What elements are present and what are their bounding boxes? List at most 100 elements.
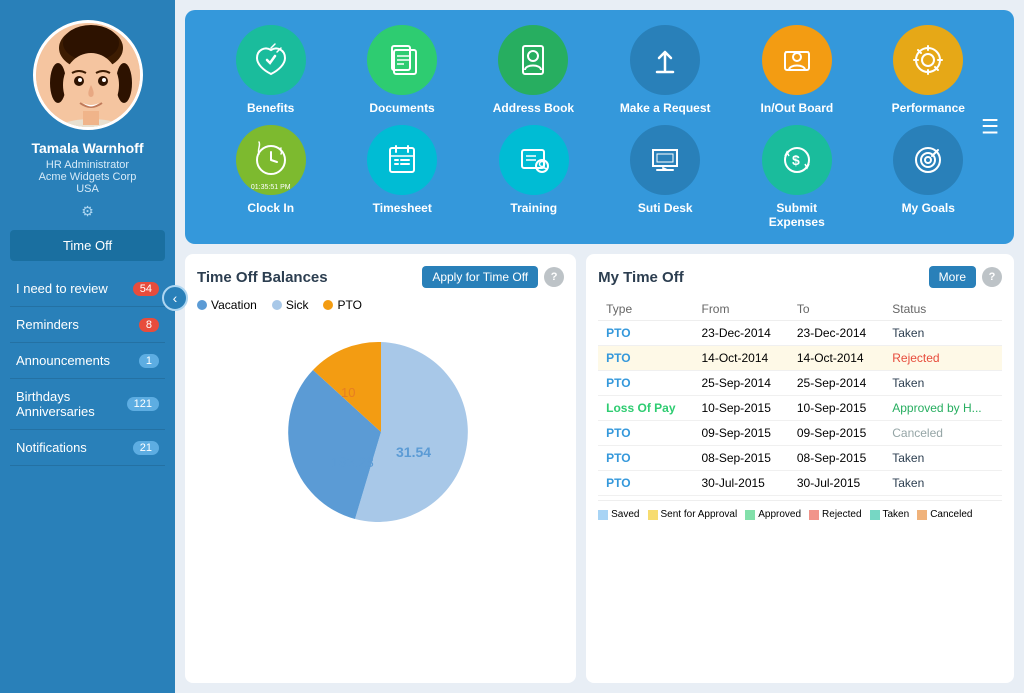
sidebar-item-review[interactable]: I need to review 54: [10, 271, 165, 307]
notifications-badge: 21: [133, 441, 159, 455]
reminders-label: Reminders: [16, 317, 139, 332]
sidebar-item-reminders[interactable]: Reminders 8: [10, 307, 165, 343]
col-to: To: [789, 298, 884, 321]
canceled-label: Canceled: [930, 509, 972, 520]
more-button[interactable]: More: [929, 266, 976, 288]
row-from: 14-Oct-2014: [693, 346, 788, 371]
documents-label: Documents: [369, 101, 434, 115]
suti-desk-label: Suti Desk: [638, 201, 693, 215]
apply-for-time-off-button[interactable]: Apply for Time Off: [422, 266, 538, 288]
row-from: 30-Jul-2015: [693, 471, 788, 496]
collapse-sidebar-button[interactable]: ‹: [162, 285, 188, 311]
my-time-off-title: My Time Off: [598, 269, 684, 286]
rejected-dot: [809, 510, 819, 520]
sick-dot: [272, 300, 282, 310]
avatar: [33, 20, 143, 130]
training-icon-item[interactable]: Training: [489, 125, 579, 215]
performance-label: Performance: [892, 101, 965, 115]
my-time-off-help-icon[interactable]: ?: [982, 267, 1002, 287]
rejected-label: Rejected: [822, 509, 861, 520]
legend-pto: PTO: [323, 298, 361, 312]
clock-in-icon-item[interactable]: 01:35:51 PM Clock In: [226, 125, 316, 215]
benefits-label: Benefits: [247, 101, 294, 115]
my-time-off-panel: My Time Off More ? Type From To Status: [586, 254, 1014, 683]
documents-icon-item[interactable]: Documents: [357, 25, 447, 115]
footer-rejected: Rejected: [809, 509, 861, 520]
suti-desk-icon-item[interactable]: Suti Desk: [620, 125, 710, 215]
legend-vacation: Vacation: [197, 298, 257, 312]
row-status: Rejected: [884, 346, 1002, 371]
sidebar-item-notifications[interactable]: Notifications 21: [10, 430, 165, 466]
row-to: 08-Sep-2015: [789, 446, 884, 471]
pto-legend-label: PTO: [337, 298, 361, 312]
time-off-balances-title: Time Off Balances: [197, 269, 328, 286]
review-badge: 54: [133, 282, 159, 296]
table-row: PTO 09-Sep-2015 09-Sep-2015 Canceled: [598, 421, 1002, 446]
row-from: 09-Sep-2015: [693, 421, 788, 446]
footer-approved: Approved: [745, 509, 801, 520]
icons-row-2: 01:35:51 PM Clock In: [205, 125, 994, 229]
row-from: 23-Dec-2014: [693, 321, 788, 346]
footer-saved: Saved: [598, 509, 639, 520]
icons-row-1: Benefits Documents: [205, 25, 994, 115]
canceled-dot: [917, 510, 927, 520]
table-footer: Saved Sent for Approval Approved Rejecte…: [598, 500, 1002, 520]
submit-expenses-icon-item[interactable]: $ SubmitExpenses: [752, 125, 842, 229]
footer-canceled: Canceled: [917, 509, 972, 520]
row-to: 10-Sep-2015: [789, 396, 884, 421]
row-status: Taken: [884, 321, 1002, 346]
my-goals-icon-item[interactable]: My Goals: [883, 125, 973, 215]
col-status: Status: [884, 298, 1002, 321]
taken-dot: [870, 510, 880, 520]
row-type: PTO: [598, 321, 693, 346]
row-type: PTO: [598, 446, 693, 471]
time-off-button[interactable]: Time Off: [10, 230, 165, 261]
performance-icon-item[interactable]: Performance: [883, 25, 973, 115]
row-from: 25-Sep-2014: [693, 371, 788, 396]
row-type: PTO: [598, 471, 693, 496]
address-book-icon-item[interactable]: Address Book: [488, 25, 578, 115]
sidebar-item-birthdays[interactable]: BirthdaysAnniversaries 121: [10, 379, 165, 430]
user-title: HR Administrator: [46, 159, 129, 171]
inout-board-label: In/Out Board: [761, 101, 834, 115]
announcements-badge: 1: [139, 354, 159, 368]
row-status: Taken: [884, 371, 1002, 396]
bottom-panels: Time Off Balances Apply for Time Off ? V…: [185, 254, 1014, 683]
row-status: Canceled: [884, 421, 1002, 446]
taken-label: Taken: [883, 509, 910, 520]
settings-icon[interactable]: ⚙: [81, 203, 94, 220]
inout-board-icon-item[interactable]: In/Out Board: [752, 25, 842, 115]
row-to: 14-Oct-2014: [789, 346, 884, 371]
my-goals-label: My Goals: [902, 201, 955, 215]
training-circle: [499, 125, 569, 195]
make-request-label: Make a Request: [620, 101, 711, 115]
sidebar: Tamala Warnhoff HR Administrator Acme Wi…: [0, 0, 175, 693]
user-company: Acme Widgets Corp: [39, 171, 137, 183]
make-request-icon-item[interactable]: Make a Request: [620, 25, 711, 115]
sick-legend-label: Sick: [286, 298, 309, 312]
timesheet-icon-item[interactable]: Timesheet: [357, 125, 447, 215]
make-request-circle: [630, 25, 700, 95]
time-off-help-icon[interactable]: ?: [544, 267, 564, 287]
timesheet-circle: [367, 125, 437, 195]
chart-container: 31.54 183.28 10: [197, 322, 564, 542]
sidebar-item-announcements[interactable]: Announcements 1: [10, 343, 165, 379]
table-row: PTO 14-Oct-2014 14-Oct-2014 Rejected: [598, 346, 1002, 371]
address-book-circle: [498, 25, 568, 95]
icons-panel: Benefits Documents: [185, 10, 1014, 244]
benefits-icon-item[interactable]: Benefits: [226, 25, 316, 115]
submit-expenses-label: SubmitExpenses: [769, 201, 825, 229]
my-time-off-actions: More ?: [929, 266, 1002, 288]
birthdays-badge: 121: [127, 397, 159, 411]
performance-circle: [893, 25, 963, 95]
time-off-balances-panel: Time Off Balances Apply for Time Off ? V…: [185, 254, 576, 683]
row-to: 25-Sep-2014: [789, 371, 884, 396]
row-to: 30-Jul-2015: [789, 471, 884, 496]
saved-label: Saved: [611, 509, 639, 520]
hamburger-menu-icon[interactable]: ☰: [981, 115, 999, 140]
approved-dot: [745, 510, 755, 520]
inout-board-circle: [762, 25, 832, 95]
row-type: PTO: [598, 421, 693, 446]
row-from: 10-Sep-2015: [693, 396, 788, 421]
sent-approval-dot: [648, 510, 658, 520]
